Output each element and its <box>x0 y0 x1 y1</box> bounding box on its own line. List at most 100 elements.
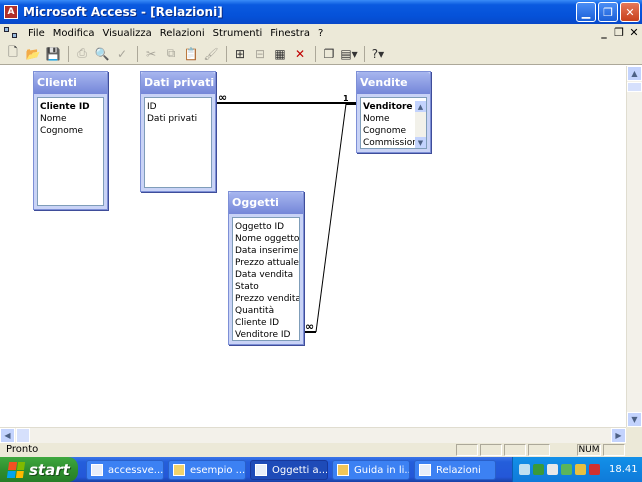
scroll-left-icon[interactable]: ◀ <box>0 428 15 443</box>
field-item[interactable]: Nome <box>40 113 101 125</box>
field-item[interactable]: Prezzo attuale <box>235 257 299 269</box>
format-painter-icon[interactable]: 🖌 <box>202 45 220 63</box>
drive-icon[interactable] <box>575 464 586 475</box>
save-icon[interactable]: 💾 <box>44 45 62 63</box>
scroll-thumb[interactable] <box>627 82 642 92</box>
horizontal-scrollbar[interactable]: ◀ ▶ <box>0 427 626 443</box>
field-item[interactable]: Nome <box>363 113 412 125</box>
mdi-minimize-button[interactable]: _ <box>598 26 610 39</box>
show-all-icon[interactable]: ▦ <box>271 45 289 63</box>
field-item[interactable]: ID <box>147 101 209 113</box>
scroll-up-icon[interactable]: ▲ <box>415 101 426 112</box>
table-title[interactable]: Oggetti <box>229 192 303 214</box>
field-item[interactable]: Cognome <box>40 125 101 137</box>
field-list[interactable]: Cliente ID Nome Cognome <box>37 97 104 206</box>
taskbar-item-label: accessve... <box>108 464 164 476</box>
new-icon[interactable]: 🗋 <box>4 45 22 63</box>
taskbar-item[interactable]: Oggetti a... <box>250 460 328 480</box>
scrollbar-corner <box>626 427 642 443</box>
scroll-down-icon[interactable]: ▼ <box>627 412 642 427</box>
table-title[interactable]: Clienti <box>34 72 107 94</box>
new-object-icon[interactable]: ▤▾ <box>340 45 358 63</box>
menu-file[interactable]: File <box>24 28 49 39</box>
field-item[interactable]: Venditore ID <box>363 101 426 113</box>
field-item[interactable]: Prezzo vendita <box>235 293 299 305</box>
field-list[interactable]: Oggetto ID Nome oggetto Data inserimento… <box>232 217 300 341</box>
alert-icon[interactable] <box>589 464 600 475</box>
title-bar[interactable]: A Microsoft Access - [Relazioni] ▁ ❐ ✕ <box>0 0 642 24</box>
database-window-icon[interactable]: ❐ <box>320 45 338 63</box>
status-panel <box>603 444 625 456</box>
field-item[interactable]: Stato <box>235 281 297 293</box>
field-item[interactable]: Data vendita <box>235 269 297 281</box>
taskbar-item[interactable]: Guida in li... <box>332 460 410 480</box>
print-preview-icon[interactable]: 🔍 <box>93 45 111 63</box>
mdi-close-button[interactable]: ✕ <box>628 26 640 39</box>
field-list[interactable]: ID Dati privati <box>144 97 212 188</box>
field-item[interactable]: Cognome <box>363 125 412 137</box>
field-item[interactable]: Quantità <box>235 305 297 317</box>
close-button[interactable]: ✕ <box>620 2 640 22</box>
taskbar-item-label: Oggetti a... <box>272 464 328 476</box>
clock[interactable]: 18.41 <box>609 464 638 475</box>
paste-icon[interactable]: 📋 <box>182 45 200 63</box>
antivirus-icon[interactable] <box>533 464 544 475</box>
scroll-right-icon[interactable]: ▶ <box>611 428 626 443</box>
vertical-scrollbar[interactable]: ▲ ▼ <box>626 66 642 427</box>
delete-icon[interactable]: ✕ <box>291 45 309 63</box>
print-icon[interactable]: ⎙ <box>73 45 91 63</box>
access-app-icon[interactable]: A <box>4 5 18 19</box>
field-item[interactable]: Oggetto ID <box>235 221 297 233</box>
field-item[interactable]: Venditore ID <box>235 329 297 340</box>
scroll-down-icon[interactable]: ▼ <box>415 137 426 148</box>
relationship-line-oggetti-vendite[interactable] <box>315 103 347 333</box>
menu-visualizza[interactable]: Visualizza <box>99 28 156 39</box>
show-direct-icon[interactable]: ⊟ <box>251 45 269 63</box>
messenger-icon[interactable] <box>547 464 558 475</box>
menu-help[interactable]: ? <box>314 28 327 39</box>
update-icon[interactable] <box>561 464 572 475</box>
restore-button[interactable]: ❐ <box>598 2 618 22</box>
menu-strumenti[interactable]: Strumenti <box>209 28 267 39</box>
network-icon[interactable] <box>519 464 530 475</box>
relationships-workspace[interactable]: ∞ 1 ∞ Clienti Cliente ID Nome Cognome Da… <box>0 66 626 427</box>
table-vendite[interactable]: Vendite Venditore ID Nome Cognome Commis… <box>356 71 431 153</box>
menu-modifica[interactable]: Modifica <box>49 28 99 39</box>
field-item[interactable]: Dati privati <box>147 113 209 125</box>
folder-icon <box>173 464 185 476</box>
taskbar: start accessve... esempio ... Oggetti a.… <box>0 457 642 482</box>
toolbar-separator <box>364 45 365 62</box>
cut-icon[interactable]: ✂ <box>142 45 160 63</box>
table-clienti[interactable]: Clienti Cliente ID Nome Cognome <box>33 71 108 210</box>
menu-finestra[interactable]: Finestra <box>266 28 314 39</box>
taskbar-item[interactable]: accessve... <box>86 460 164 480</box>
table-oggetti[interactable]: Oggetti Oggetto ID Nome oggetto Data ins… <box>228 191 304 345</box>
mdi-restore-button[interactable]: ❐ <box>613 26 625 39</box>
copy-icon[interactable]: ⧉ <box>162 45 180 63</box>
taskbar-item-label: Relazioni <box>436 464 481 476</box>
menu-relazioni[interactable]: Relazioni <box>156 28 209 39</box>
table-dati-privati[interactable]: Dati privati ID Dati privati <box>140 71 216 192</box>
show-table-icon[interactable]: ⊞ <box>231 45 249 63</box>
open-folder-icon[interactable]: 📂 <box>24 45 42 63</box>
scroll-thumb[interactable] <box>16 428 30 443</box>
taskbar-item[interactable]: esempio ... <box>168 460 246 480</box>
spelling-icon[interactable]: ✓ <box>113 45 131 63</box>
help-icon[interactable]: ?▾ <box>369 45 387 63</box>
field-list-scrollbar[interactable]: ▲ ▼ <box>415 101 426 148</box>
minimize-button[interactable]: ▁ <box>576 2 596 22</box>
toolbar-separator <box>137 45 138 62</box>
scroll-up-icon[interactable]: ▲ <box>627 66 642 81</box>
relationships-icon[interactable] <box>4 26 20 41</box>
field-item[interactable]: Data inserimento <box>235 245 299 257</box>
toolbar-separator <box>68 45 69 62</box>
field-item[interactable]: Nome oggetto <box>235 233 299 245</box>
taskbar-item[interactable]: Relazioni <box>414 460 496 480</box>
start-button[interactable]: start <box>0 457 78 482</box>
table-title[interactable]: Vendite <box>357 72 430 94</box>
field-item[interactable]: Commissione <box>363 137 423 148</box>
field-item[interactable]: Cliente ID <box>235 317 297 329</box>
table-title[interactable]: Dati privati <box>141 72 215 94</box>
field-item[interactable]: Cliente ID <box>40 101 101 113</box>
windows-logo-icon <box>6 461 26 478</box>
